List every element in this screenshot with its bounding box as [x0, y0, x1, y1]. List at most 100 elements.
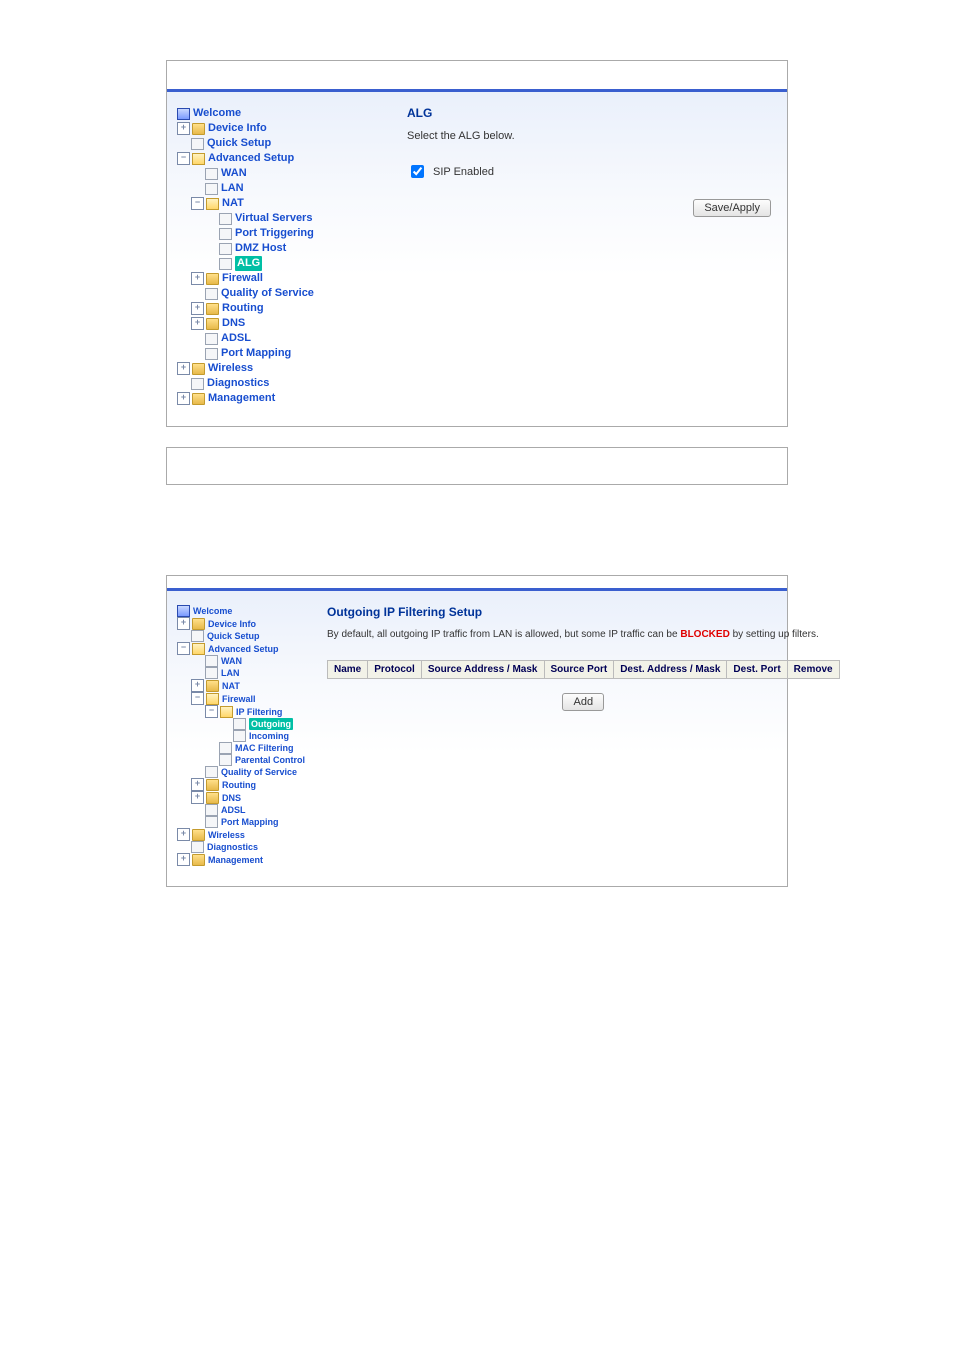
nav-welcome[interactable]: Welcome — [193, 106, 241, 121]
expand-icon[interactable]: + — [191, 791, 204, 804]
page-icon — [191, 138, 204, 150]
content-desc: By default, all outgoing IP traffic from… — [327, 629, 840, 640]
nav-wan[interactable]: WAN — [221, 655, 242, 667]
nav-port-mapping[interactable]: Port Mapping — [221, 816, 279, 828]
nav-lan[interactable]: LAN — [221, 181, 244, 196]
folder-icon — [206, 273, 219, 285]
folder-icon — [206, 318, 219, 330]
folder-icon — [192, 854, 205, 866]
page-icon — [205, 667, 218, 679]
content-desc: Select the ALG below. — [407, 130, 771, 142]
page-icon — [219, 243, 232, 255]
nav-parental-control[interactable]: Parental Control — [235, 754, 305, 766]
folder-icon — [206, 680, 219, 692]
page-icon — [233, 718, 246, 730]
nav-qos[interactable]: Quality of Service — [221, 286, 314, 301]
ipfilter-screenshot: Welcome + Device Info Quick Setup − Advanc… — [166, 575, 788, 887]
nav-dmz-host[interactable]: DMZ Host — [235, 241, 286, 256]
expand-icon[interactable]: + — [191, 778, 204, 791]
page-icon — [191, 841, 204, 853]
folder-icon — [206, 792, 219, 804]
add-button[interactable]: Add — [562, 693, 604, 711]
folder-open-icon — [206, 198, 219, 210]
nav-mac-filtering[interactable]: MAC Filtering — [235, 742, 294, 754]
collapse-icon[interactable]: − — [177, 152, 190, 165]
page-icon — [205, 766, 218, 778]
expand-icon[interactable]: + — [177, 392, 190, 405]
nav-device-info[interactable]: Device Info — [208, 618, 256, 630]
col-dst-addr: Dest. Address / Mask — [614, 661, 727, 679]
nav-advanced-setup[interactable]: Advanced Setup — [208, 151, 294, 166]
nav-diagnostics[interactable]: Diagnostics — [207, 841, 258, 853]
nav-alg[interactable]: ALG — [235, 256, 262, 271]
page-icon — [191, 630, 204, 642]
nav-port-mapping[interactable]: Port Mapping — [221, 346, 291, 361]
nav-tree: Welcome + Device Info Quick Setup − Advanc… — [177, 106, 377, 406]
nav-firewall[interactable]: Firewall — [222, 271, 263, 286]
nav-management[interactable]: Management — [208, 854, 263, 866]
collapse-icon[interactable]: − — [205, 705, 218, 718]
nav-ip-filtering[interactable]: IP Filtering — [236, 706, 282, 718]
nav-wireless[interactable]: Wireless — [208, 361, 253, 376]
collapse-icon[interactable]: − — [177, 642, 190, 655]
nav-device-info[interactable]: Device Info — [208, 121, 267, 136]
sip-enabled-checkbox[interactable] — [411, 165, 424, 178]
nav-wan[interactable]: WAN — [221, 166, 247, 181]
folder-open-icon — [206, 693, 219, 705]
nav-nat[interactable]: NAT — [222, 680, 240, 692]
nav-qos[interactable]: Quality of Service — [221, 766, 297, 778]
folder-open-icon — [220, 706, 233, 718]
folder-icon — [192, 363, 205, 375]
expand-icon[interactable]: + — [177, 828, 190, 841]
nav-outgoing[interactable]: Outgoing — [249, 718, 293, 730]
nav-firewall[interactable]: Firewall — [222, 693, 256, 705]
nav-lan[interactable]: LAN — [221, 667, 240, 679]
nav-adsl[interactable]: ADSL — [221, 804, 246, 816]
expand-icon[interactable]: + — [177, 617, 190, 630]
nav-dns[interactable]: DNS — [222, 792, 241, 804]
expand-icon[interactable]: + — [191, 272, 204, 285]
nav-diagnostics[interactable]: Diagnostics — [207, 376, 269, 391]
page-icon — [219, 742, 232, 754]
page-icon — [205, 288, 218, 300]
expand-icon[interactable]: + — [177, 122, 190, 135]
expand-icon[interactable]: + — [191, 317, 204, 330]
nav-routing[interactable]: Routing — [222, 301, 264, 316]
nav-quick-setup[interactable]: Quick Setup — [207, 630, 260, 642]
nav-virtual-servers[interactable]: Virtual Servers — [235, 211, 312, 226]
nav-tree-2: Welcome + Device Info Quick Setup − Advanc… — [177, 605, 317, 866]
nav-welcome[interactable]: Welcome — [193, 605, 232, 617]
expand-icon[interactable]: + — [191, 679, 204, 692]
page-icon — [205, 804, 218, 816]
nav-routing[interactable]: Routing — [222, 779, 256, 791]
nav-management[interactable]: Management — [208, 391, 275, 406]
collapse-icon[interactable]: − — [191, 692, 204, 705]
folder-icon — [192, 829, 205, 841]
page-icon — [219, 258, 232, 270]
nav-dns[interactable]: DNS — [222, 316, 245, 331]
col-name: Name — [328, 661, 368, 679]
page-icon — [205, 183, 218, 195]
nav-incoming[interactable]: Incoming — [249, 730, 289, 742]
content-title: ALG — [407, 106, 771, 120]
page-icon — [191, 378, 204, 390]
col-src-addr: Source Address / Mask — [421, 661, 544, 679]
expand-icon[interactable]: + — [177, 362, 190, 375]
nav-port-triggering[interactable]: Port Triggering — [235, 226, 314, 241]
nav-advanced-setup[interactable]: Advanced Setup — [208, 643, 279, 655]
save-apply-button[interactable]: Save/Apply — [693, 199, 771, 217]
collapse-icon[interactable]: − — [191, 197, 204, 210]
nav-adsl[interactable]: ADSL — [221, 331, 251, 346]
blocked-text: BLOCKED — [680, 629, 729, 640]
nav-wireless[interactable]: Wireless — [208, 829, 245, 841]
page-icon — [205, 816, 218, 828]
expand-icon[interactable]: + — [177, 853, 190, 866]
sip-enabled-label: SIP Enabled — [433, 166, 494, 178]
nav-nat[interactable]: NAT — [222, 196, 244, 211]
folder-icon — [206, 779, 219, 791]
nav-quick-setup[interactable]: Quick Setup — [207, 136, 271, 151]
folder-open-icon — [192, 643, 205, 655]
expand-icon[interactable]: + — [191, 302, 204, 315]
welcome-icon — [177, 108, 190, 120]
folder-open-icon — [192, 153, 205, 165]
